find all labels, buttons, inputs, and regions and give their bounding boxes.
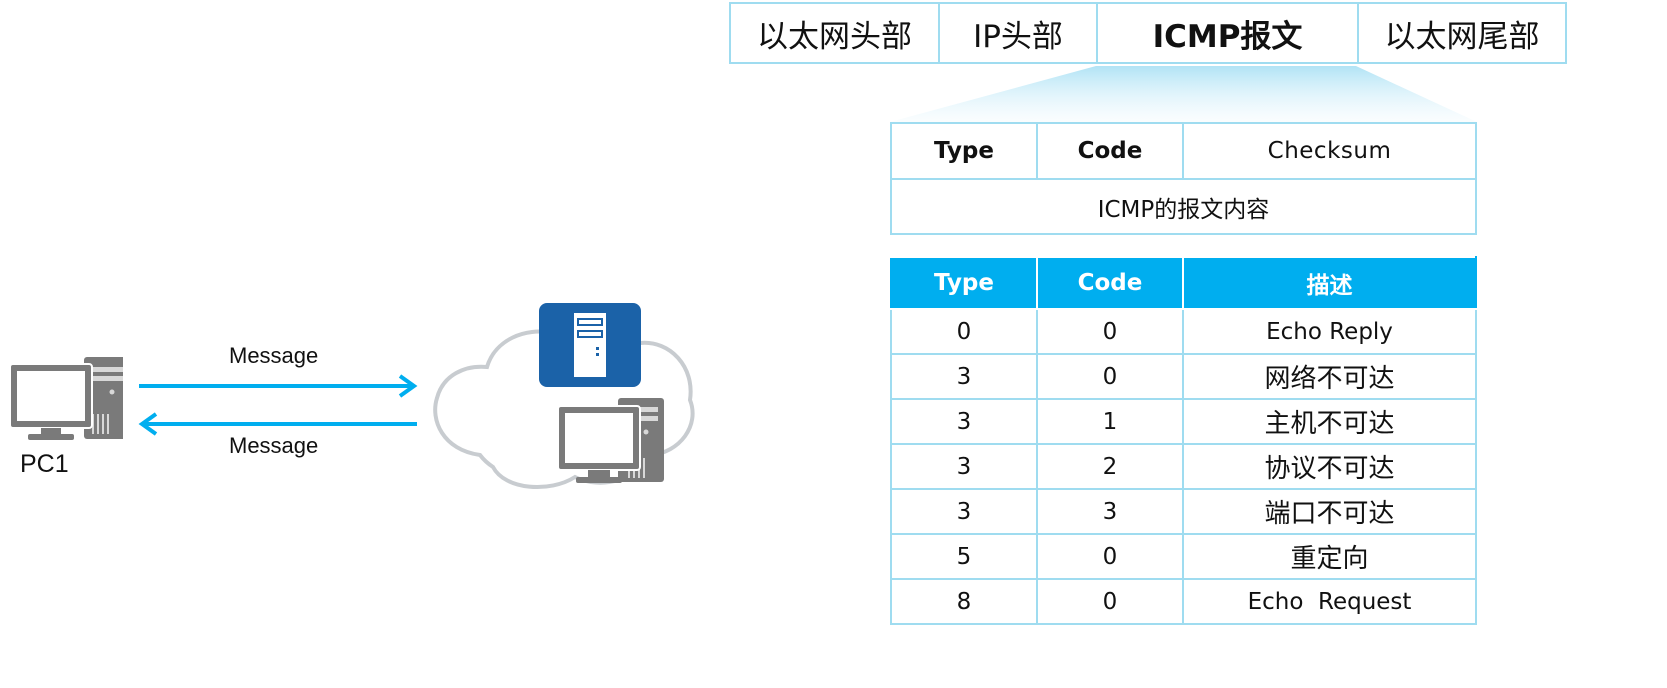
cell-type: 3 — [890, 443, 1038, 490]
table-row: 5 0 重定向 — [890, 533, 1477, 580]
cell-code: 0 — [1036, 308, 1184, 355]
ethernet-frame-strip: 以太网头部 IP头部 ICMP报文 以太网尾部 — [729, 2, 1567, 64]
cell-description: 网络不可达 — [1182, 353, 1477, 400]
cell-type: 3 — [890, 488, 1038, 535]
table-header-row: Type Code 描述 — [890, 256, 1477, 310]
cell-description: Echo Request — [1182, 578, 1477, 625]
cell-code: 2 — [1036, 443, 1184, 490]
message-arrows — [138, 374, 418, 436]
cloud-computer-icon — [557, 398, 664, 483]
arrow-left-icon — [138, 412, 417, 436]
table-row: 3 3 端口不可达 — [890, 488, 1477, 535]
table-row: 3 1 主机不可达 — [890, 398, 1477, 445]
cell-description: 协议不可达 — [1182, 443, 1477, 490]
frame-ethernet-trailer: 以太网尾部 — [1384, 18, 1540, 55]
cell-type: 5 — [890, 533, 1038, 580]
cell-type: 0 — [890, 308, 1038, 355]
cell-description: Echo Reply — [1182, 308, 1477, 355]
frame-ip-header: IP头部 — [940, 4, 1098, 62]
col-header-type: Type — [890, 256, 1038, 310]
table-row: 0 0 Echo Reply — [890, 308, 1477, 355]
col-header-code: Code — [1036, 256, 1184, 310]
icmp-type-table: Type Code 描述 0 0 Echo Reply 3 0 网络不可达 3 … — [890, 256, 1477, 625]
table-row: 8 0 Echo Request — [890, 578, 1477, 625]
pc1-computer-icon — [9, 357, 123, 440]
col-header-description: 描述 — [1182, 256, 1477, 310]
network-cloud — [433, 303, 695, 489]
cell-type: 3 — [890, 398, 1038, 445]
cell-type: 3 — [890, 353, 1038, 400]
table-row: 3 2 协议不可达 — [890, 443, 1477, 490]
arrow-right-icon — [139, 374, 418, 398]
header-code-field: Code — [1038, 124, 1184, 178]
message-label-request: Message — [229, 343, 319, 368]
header-content-field: ICMP的报文内容 — [1097, 196, 1270, 223]
frame-ethernet-header: 以太网头部 — [731, 4, 940, 62]
pc1-label: PC1 — [20, 450, 69, 478]
cell-code: 1 — [1036, 398, 1184, 445]
header-type-field: Type — [892, 124, 1038, 178]
server-icon — [539, 303, 641, 387]
cell-description: 重定向 — [1182, 533, 1477, 580]
cell-type: 8 — [890, 578, 1038, 625]
cell-description: 端口不可达 — [1182, 488, 1477, 535]
cell-code: 0 — [1036, 353, 1184, 400]
table-row: 3 0 网络不可达 — [890, 353, 1477, 400]
cell-description: 主机不可达 — [1182, 398, 1477, 445]
icmp-header-format: Type Code Checksum ICMP的报文内容 — [890, 122, 1477, 235]
cell-code: 0 — [1036, 533, 1184, 580]
frame-icmp-message: ICMP报文 — [1098, 4, 1359, 62]
header-checksum-field: Checksum — [1267, 138, 1392, 164]
cell-code: 0 — [1036, 578, 1184, 625]
cell-code: 3 — [1036, 488, 1184, 535]
